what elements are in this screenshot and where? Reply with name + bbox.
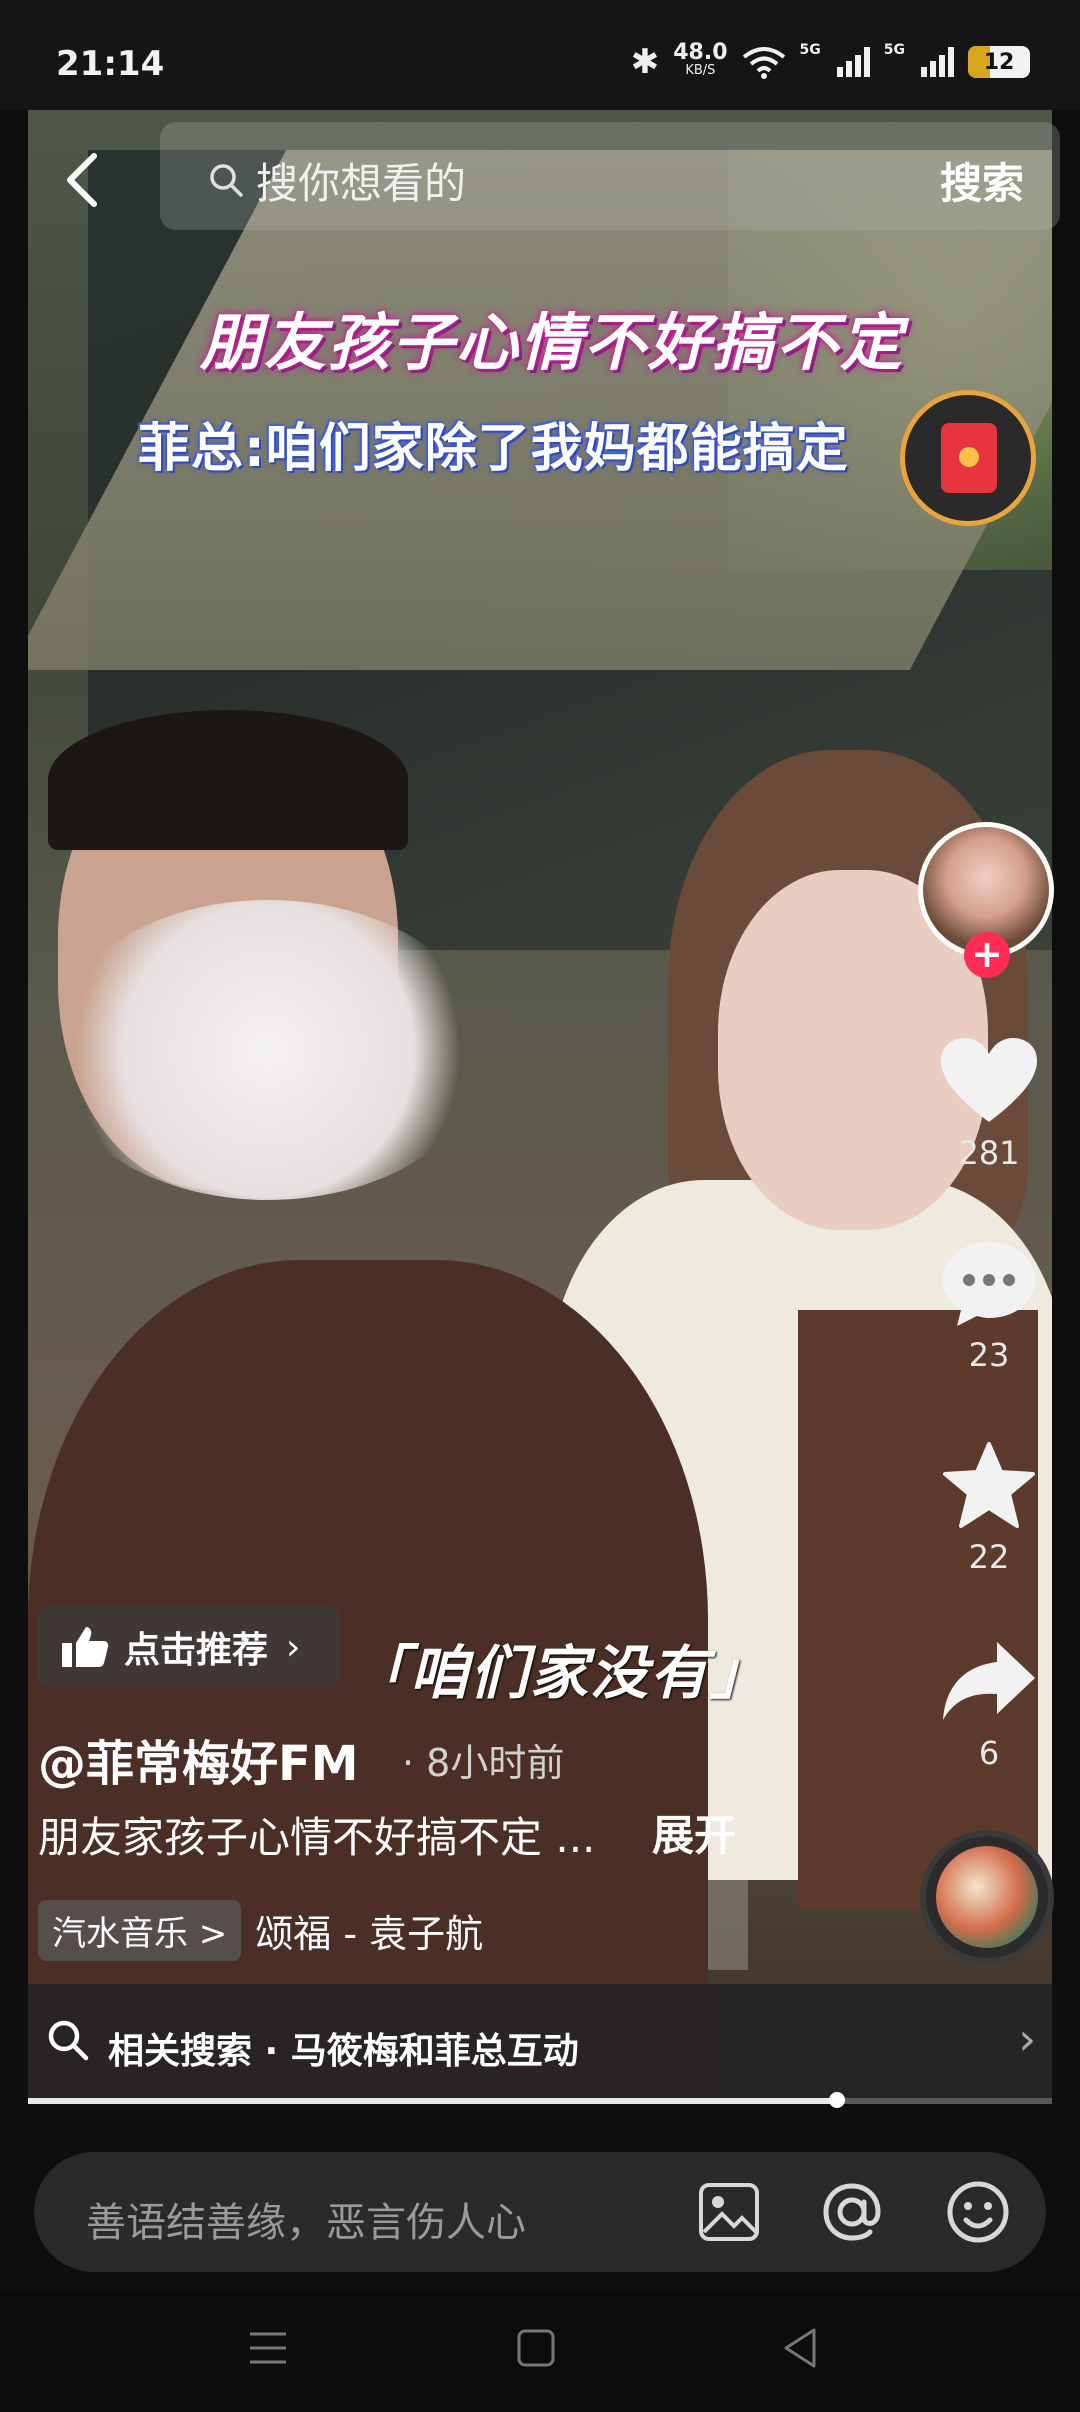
share-count: 6: [978, 1734, 1000, 1772]
post-time: · 8小时前: [402, 1741, 565, 1785]
search-button[interactable]: 搜索: [940, 150, 1024, 211]
video-person-left-hair: [48, 710, 408, 850]
share-arrow-icon: [943, 1642, 1035, 1720]
video-description: 朋友家孩子心情不好搞不定 ...: [38, 1813, 596, 1862]
video-progress-bar[interactable]: [28, 2092, 1052, 2108]
red-envelope-icon: [941, 423, 997, 493]
image-icon[interactable]: [698, 2182, 760, 2242]
thumbs-up-icon: [62, 1627, 109, 1667]
song-name[interactable]: 颂福 - 袁子航: [255, 1903, 483, 1958]
search-input[interactable]: 搜你想看的: [256, 150, 466, 211]
expand-button[interactable]: 展开: [652, 1802, 736, 1863]
comment-input[interactable]: 善语结善缘，恶言伤人心: [86, 2190, 526, 2248]
like-count: 281: [958, 1134, 1020, 1172]
network-speed: 48.0 KB/S: [673, 42, 727, 80]
search-bar[interactable]: 搜你想看的 搜索: [160, 122, 1060, 230]
menu-icon[interactable]: [246, 2328, 290, 2368]
favorite-button[interactable]: 22: [934, 1440, 1044, 1576]
face-blur-cloud: [48, 900, 488, 1200]
status-bar: 21:14 ✱ 48.0 KB/S 5G 5G 12: [0, 0, 1080, 110]
related-search-bar[interactable]: 相关搜索 · 马筱梅和菲总互动 ›: [28, 1984, 1052, 2102]
like-button[interactable]: 281: [934, 1036, 1044, 1172]
related-search-label: 相关搜索 · 马筱梅和菲总互动: [108, 2031, 579, 2072]
video-person-right-dress: [798, 1310, 1038, 1910]
search-icon: [48, 2020, 89, 2061]
video-subtitle: 「咱们家没有」: [350, 1639, 771, 1707]
emoji-icon[interactable]: [946, 2180, 1010, 2244]
chevron-right-icon: ›: [1018, 2014, 1036, 2065]
video-caption-title: 朋友孩子心情不好搞不定: [200, 306, 905, 379]
recommend-label: 点击推荐: [124, 1630, 269, 1671]
bluetooth-icon: ✱: [630, 42, 660, 82]
favorite-count: 22: [968, 1538, 1010, 1576]
search-icon: [210, 164, 243, 197]
chevron-right-icon: ›: [286, 1626, 301, 1668]
comment-count: 23: [968, 1336, 1010, 1374]
signal-icon-2: [921, 47, 954, 77]
music-row[interactable]: 汽水音乐 > 颂福 - 袁子航: [38, 1900, 483, 1961]
follow-plus-button[interactable]: +: [964, 932, 1010, 978]
progress-handle[interactable]: [828, 2092, 845, 2108]
wifi-icon: [742, 47, 785, 79]
comment-button[interactable]: 23: [934, 1238, 1044, 1374]
back-arrow-icon[interactable]: [58, 150, 110, 210]
system-nav-bar: [0, 2292, 1080, 2412]
music-cover-art: [936, 1846, 1038, 1948]
comment-input-bar[interactable]: 善语结善缘，恶言伤人心: [34, 2152, 1046, 2272]
back-triangle-icon[interactable]: [780, 2326, 820, 2370]
status-time: 21:14: [56, 44, 165, 84]
red-packet-button[interactable]: [900, 390, 1036, 526]
network-type-2: 5G: [883, 42, 905, 58]
heart-icon: [941, 1038, 1037, 1122]
music-app-tag[interactable]: 汽水音乐 >: [38, 1900, 242, 1961]
network-type-1: 5G: [799, 42, 821, 58]
signal-icon: [836, 47, 870, 77]
at-mention-icon[interactable]: [820, 2180, 884, 2244]
home-icon[interactable]: [516, 2328, 556, 2368]
star-icon: [943, 1442, 1035, 1528]
recommend-button[interactable]: 点击推荐 ›: [38, 1606, 340, 1688]
author-name[interactable]: @菲常梅好FM: [38, 1724, 359, 1794]
music-disc[interactable]: [920, 1830, 1054, 1964]
comment-icon: [943, 1242, 1035, 1326]
battery-icon: 12: [968, 46, 1030, 78]
video-caption-line2: 菲总:咱们家除了我妈都能搞定: [138, 419, 849, 479]
battery-level: 12: [983, 49, 1015, 75]
status-icons: ✱ 48.0 KB/S 5G 5G 12: [631, 42, 1030, 82]
progress-fill: [28, 2098, 837, 2104]
share-button[interactable]: 6: [934, 1636, 1044, 1772]
